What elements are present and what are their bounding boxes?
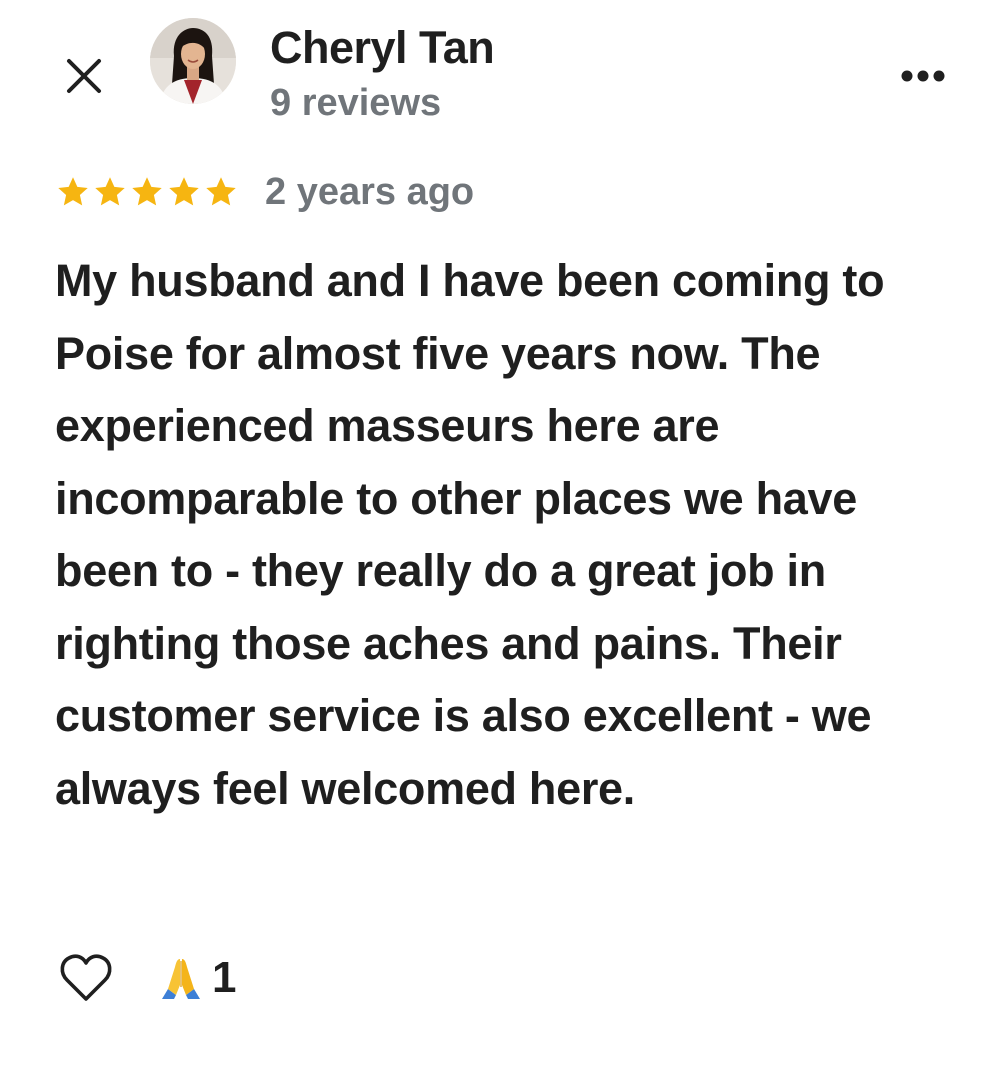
author-review-count[interactable]: 9 reviews bbox=[270, 82, 441, 125]
praying-hands-icon bbox=[162, 959, 200, 999]
like-button[interactable] bbox=[56, 950, 116, 1006]
heart-icon bbox=[60, 954, 112, 1001]
more-options-button[interactable] bbox=[893, 56, 953, 96]
close-button[interactable] bbox=[58, 50, 110, 102]
star-rating bbox=[55, 174, 239, 210]
star-icon bbox=[132, 177, 162, 206]
review-text: My husband and I have been coming to Poi… bbox=[55, 255, 885, 814]
reaction-button[interactable]: 1 bbox=[158, 952, 236, 1004]
rating-row: 2 years ago bbox=[55, 168, 474, 216]
avatar[interactable] bbox=[150, 18, 236, 104]
more-options-icon bbox=[901, 70, 945, 82]
review-card: Cheryl Tan 9 reviews 2 years ago My husb… bbox=[0, 0, 1007, 1080]
close-icon bbox=[67, 59, 101, 93]
reaction-count: 1 bbox=[212, 953, 237, 1002]
star-icon bbox=[206, 177, 236, 206]
author-name[interactable]: Cheryl Tan bbox=[270, 22, 495, 74]
star-icon bbox=[58, 177, 88, 206]
star-icon bbox=[95, 177, 125, 206]
star-icon bbox=[169, 177, 199, 206]
review-time: 2 years ago bbox=[265, 170, 475, 213]
